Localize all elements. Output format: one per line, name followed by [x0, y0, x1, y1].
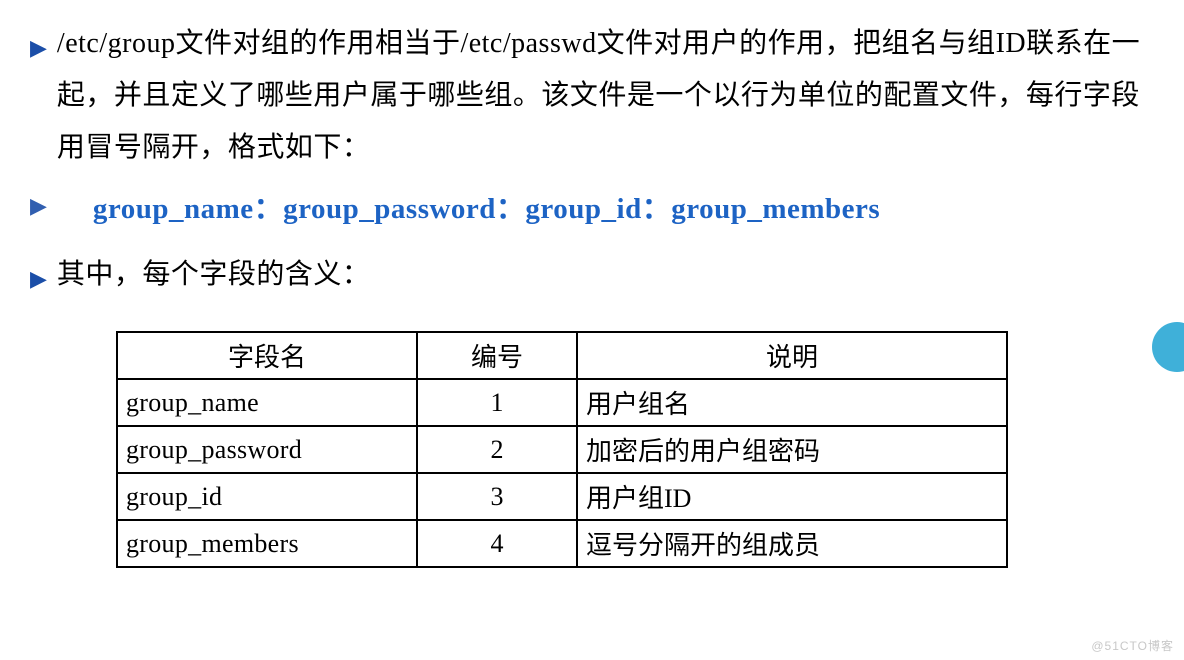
cell-number: 2: [417, 426, 577, 473]
format-text: group_name：group_password：group_id：group…: [93, 185, 880, 227]
cell-desc: 用户组名: [577, 379, 1007, 426]
cell-number: 4: [417, 520, 577, 567]
table-row: group_password 2 加密后的用户组密码: [117, 426, 1007, 473]
fields-table-wrap: 字段名 编号 说明 group_name 1 用户组名 group_passwo…: [116, 331, 1154, 568]
table-row: group_members 4 逗号分隔开的组成员: [117, 520, 1007, 567]
cell-desc: 逗号分隔开的组成员: [577, 520, 1007, 567]
cell-number: 3: [417, 473, 577, 520]
header-field: 字段名: [117, 332, 417, 379]
paragraph-1: ▶ /etc/group文件对组的作用相当于/etc/passwd文件对用户的作…: [30, 18, 1154, 173]
cell-field: group_password: [117, 426, 417, 473]
header-desc: 说明: [577, 332, 1007, 379]
cell-number: 1: [417, 379, 577, 426]
paragraph-2-text: 其中，每个字段的含义：: [57, 249, 1154, 301]
cell-field: group_name: [117, 379, 417, 426]
cell-desc: 加密后的用户组密码: [577, 426, 1007, 473]
table-row: group_id 3 用户组ID: [117, 473, 1007, 520]
table-header-row: 字段名 编号 说明: [117, 332, 1007, 379]
cell-field: group_members: [117, 520, 417, 567]
bullet-icon: ▶: [30, 28, 47, 69]
header-number: 编号: [417, 332, 577, 379]
bullet-icon: ▶: [30, 259, 47, 300]
bullet-icon: ▶: [30, 193, 47, 219]
table-row: group_name 1 用户组名: [117, 379, 1007, 426]
paragraph-2: ▶ 其中，每个字段的含义：: [30, 249, 1154, 301]
cell-field: group_id: [117, 473, 417, 520]
slide-content: ▶ /etc/group文件对组的作用相当于/etc/passwd文件对用户的作…: [0, 0, 1184, 568]
format-line: ▶ group_name：group_password：group_id：gro…: [30, 185, 1154, 227]
fields-table: 字段名 编号 说明 group_name 1 用户组名 group_passwo…: [116, 331, 1008, 568]
watermark: @51CTO博客: [1091, 637, 1174, 654]
paragraph-1-text: /etc/group文件对组的作用相当于/etc/passwd文件对用户的作用，…: [57, 18, 1154, 173]
cell-desc: 用户组ID: [577, 473, 1007, 520]
